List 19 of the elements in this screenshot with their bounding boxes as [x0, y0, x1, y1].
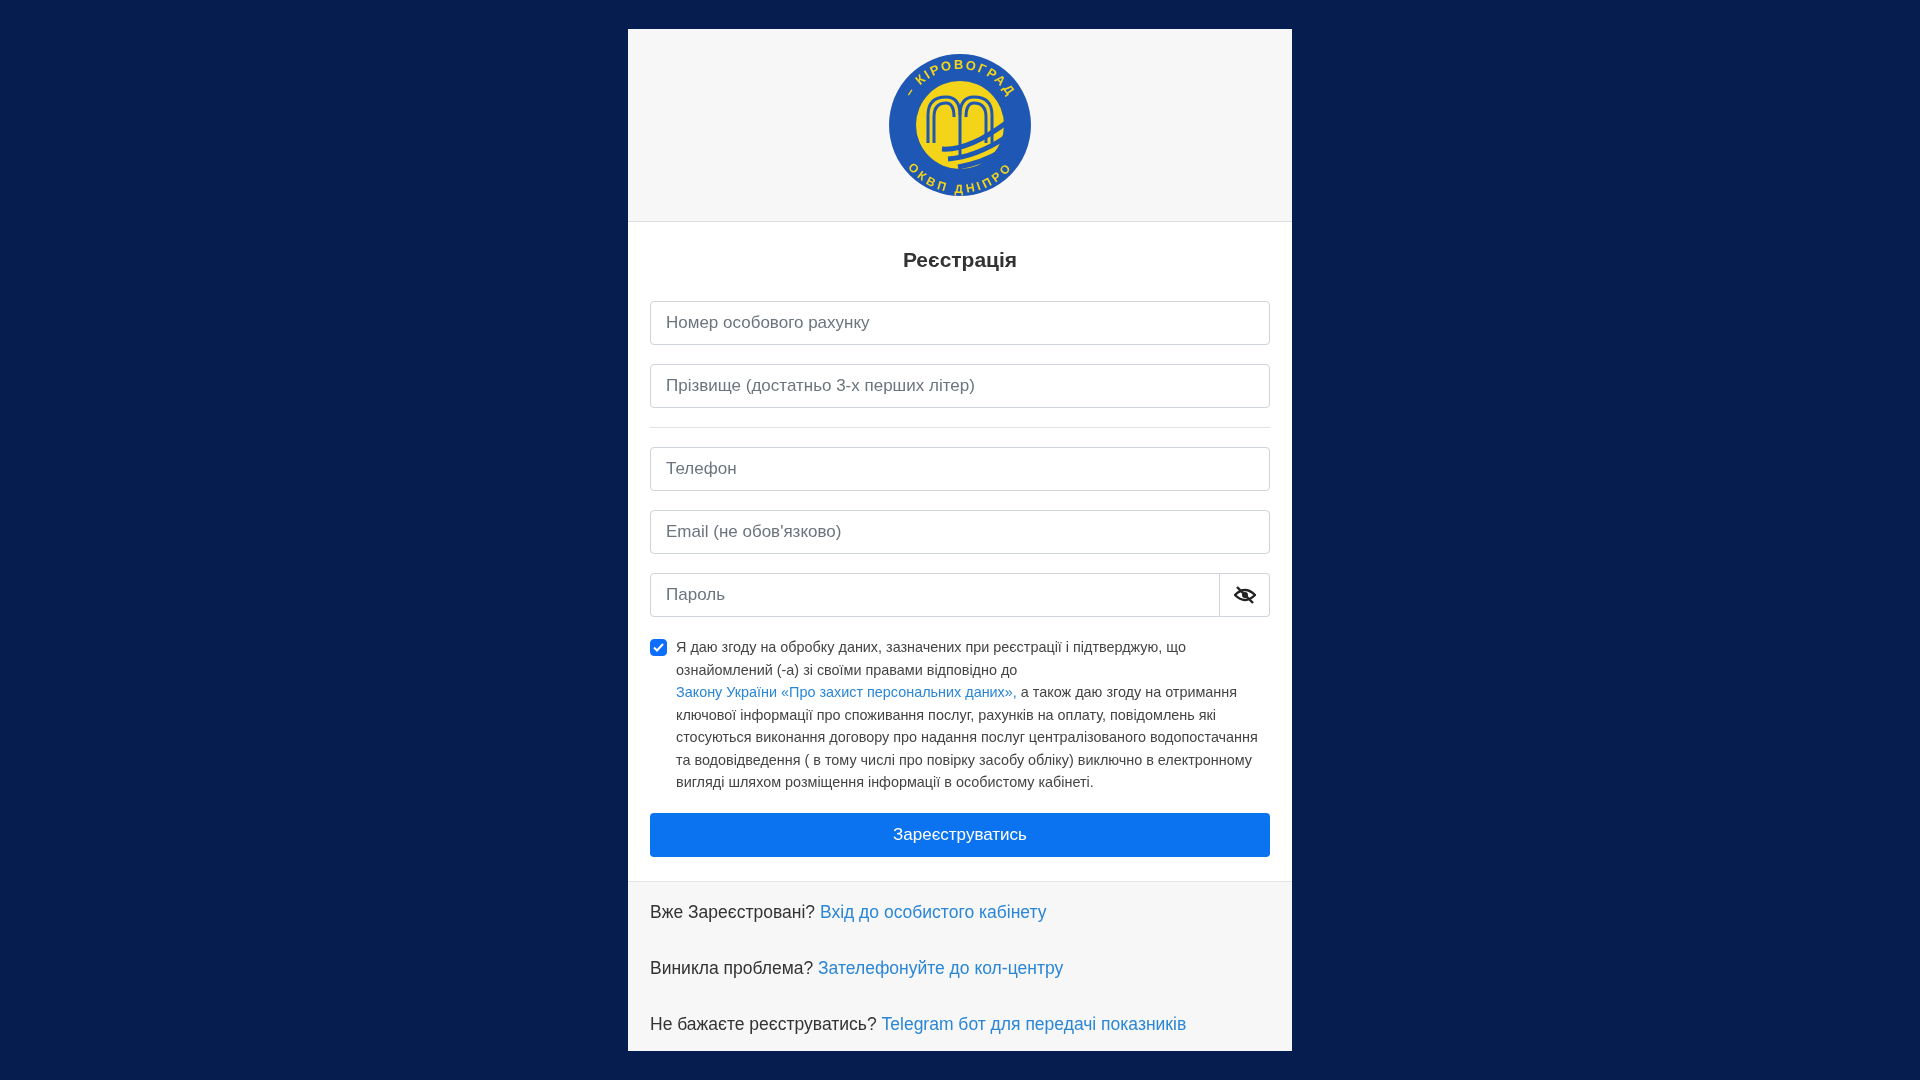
consent-text: Я даю згоду на обробку даних, зазначених при реєстрації і підтверджую, що ознайомлений (-а) зі своїми правами відповідно до Закону України «Про захист персональних даних», а також даю згоду на отримання ключової інформації про споживання послуг, рахунків на оплату, повідомлень які стосуються виконання договору про надання послуг централізованого водопостачання та водовідведення ( в тому числі про повірку засобу обліку) виключно в електронному вигляді шляхом розміщення інформації в особистому кабінеті.: [676, 638, 1259, 792]
eye-slash-icon: [1233, 586, 1256, 604]
form-title: Реєстрація: [901, 248, 1019, 272]
footer-link[interactable]: Telegram бот для передачі показників: [881, 1013, 1187, 1034]
checkmark-icon: [653, 643, 664, 652]
show-password-button[interactable]: [1220, 573, 1270, 617]
register-button[interactable]: Зареєструватись: [650, 812, 1270, 857]
text-field[interactable]: Email (не обов'язково): [650, 510, 1270, 554]
law-link[interactable]: Закону України «Про захист персональних даних»,: [676, 684, 1017, 700]
text-field[interactable]: Прізвище (достатньо 3-х перших літер): [650, 364, 1270, 408]
footer-line: Не бажаєте реєструватись? Telegram бот для передачі показників: [650, 1013, 1188, 1034]
text-field[interactable]: Номер особового рахунку: [650, 301, 1270, 345]
password-field[interactable]: Пароль: [650, 573, 1220, 617]
footer-link[interactable]: Зателефонуйте до кол-центру: [818, 957, 1064, 978]
consent-checkbox[interactable]: [650, 639, 667, 656]
footer-link[interactable]: Вхід до особистого кабінету: [819, 901, 1047, 922]
footer-line: Вже Зареєстровані? Вхід до особистого кабінету: [650, 901, 1048, 922]
text-field[interactable]: Телефон: [650, 447, 1270, 491]
footer-line: Виникла проблема? Зателефонуйте до кол-центру: [650, 957, 1065, 978]
